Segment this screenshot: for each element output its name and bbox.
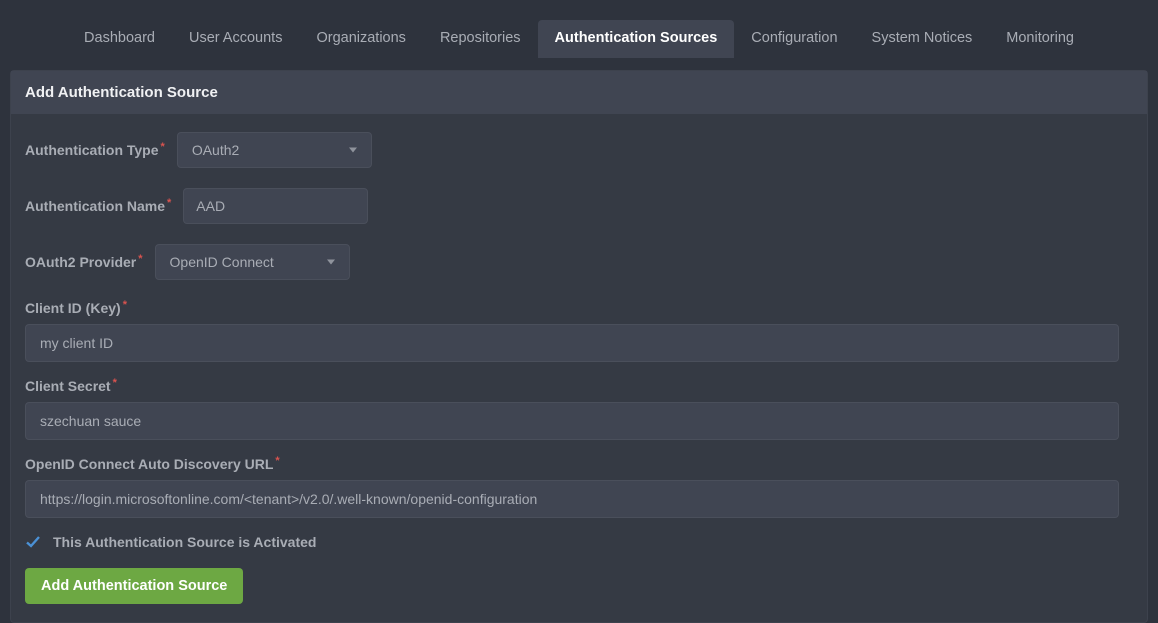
tab-authentication-sources[interactable]: Authentication Sources (538, 20, 735, 58)
auth-name-label: Authentication Name (25, 198, 169, 214)
tab-dashboard[interactable]: Dashboard (67, 20, 172, 58)
auth-type-label: Authentication Type (25, 142, 163, 158)
activated-row: This Authentication Source is Activated (25, 534, 1133, 550)
discovery-url-input[interactable] (25, 480, 1119, 518)
client-secret-input[interactable] (25, 402, 1119, 440)
field-auth-type: Authentication Type OAuth2 (25, 132, 1133, 168)
oauth2-provider-select[interactable]: OpenID Connect (155, 244, 350, 280)
tab-organizations[interactable]: Organizations (299, 20, 422, 58)
tab-monitoring[interactable]: Monitoring (989, 20, 1091, 58)
auth-type-select[interactable]: OAuth2 (177, 132, 372, 168)
tab-user-accounts[interactable]: User Accounts (172, 20, 300, 58)
field-client-id: Client ID (Key) (25, 300, 1133, 362)
client-id-label: Client ID (Key) (25, 300, 1133, 316)
client-id-input[interactable] (25, 324, 1119, 362)
field-discovery-url: OpenID Connect Auto Discovery URL (25, 456, 1133, 518)
panel-body: Authentication Type OAuth2 Authenticatio… (11, 114, 1147, 622)
auth-name-input[interactable] (183, 188, 368, 224)
chevron-down-icon (349, 148, 357, 153)
admin-topnav: Dashboard User Accounts Organizations Re… (0, 0, 1158, 58)
oauth2-provider-label: OAuth2 Provider (25, 254, 141, 270)
activated-checkbox[interactable] (25, 534, 41, 550)
tab-configuration[interactable]: Configuration (734, 20, 854, 58)
tab-system-notices[interactable]: System Notices (855, 20, 990, 58)
field-auth-name: Authentication Name (25, 188, 1133, 224)
auth-type-value: OAuth2 (192, 142, 239, 158)
tab-repositories[interactable]: Repositories (423, 20, 538, 58)
check-icon (25, 534, 41, 550)
add-auth-source-button[interactable]: Add Authentication Source (25, 568, 243, 604)
field-client-secret: Client Secret (25, 378, 1133, 440)
add-auth-source-panel: Add Authentication Source Authentication… (10, 70, 1148, 623)
oauth2-provider-value: OpenID Connect (170, 254, 274, 270)
activated-label: This Authentication Source is Activated (53, 534, 316, 550)
panel-title: Add Authentication Source (11, 71, 1147, 114)
chevron-down-icon (327, 260, 335, 265)
field-oauth2-provider: OAuth2 Provider OpenID Connect (25, 244, 1133, 280)
client-secret-label: Client Secret (25, 378, 1133, 394)
discovery-url-label: OpenID Connect Auto Discovery URL (25, 456, 1133, 472)
